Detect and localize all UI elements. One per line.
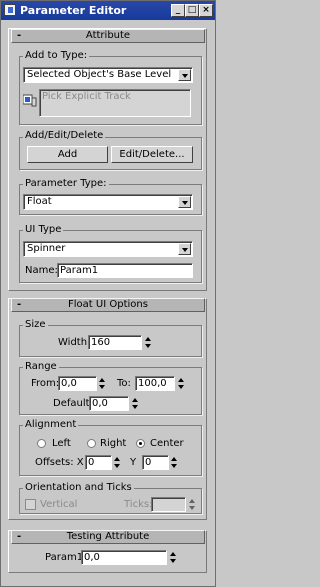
offset-y-label: Y: [130, 457, 137, 468]
align-right-label: Right: [100, 438, 127, 449]
pick-explicit-track-text: Pick Explicit Track: [42, 91, 131, 102]
chevron-down-icon[interactable]: [178, 243, 191, 255]
vertical-checkbox[interactable]: [25, 499, 36, 510]
default-spinner[interactable]: [131, 396, 139, 411]
ticks-label: Ticks:: [124, 499, 153, 510]
align-left-radio[interactable]: [37, 439, 46, 448]
chevron-down-icon[interactable]: [178, 69, 191, 81]
maximize-button[interactable]: □: [185, 4, 199, 17]
from-label: From:: [31, 378, 60, 389]
default-input[interactable]: 0,0: [89, 396, 129, 411]
align-right-radio[interactable]: [87, 439, 96, 448]
attribute-header-label: Attribute: [85, 30, 131, 41]
collapse-icon: -: [17, 299, 22, 310]
pick-track-icon[interactable]: [23, 93, 37, 107]
app-icon: [4, 4, 16, 16]
parameter-type-dropdown[interactable]: Float: [23, 194, 193, 210]
minimize-button[interactable]: _: [171, 4, 185, 17]
to-input[interactable]: 100,0: [135, 376, 175, 391]
ticks-input[interactable]: [151, 497, 186, 512]
float-ui-options-header[interactable]: - Float UI Options: [11, 298, 205, 312]
name-label: Name:: [25, 265, 58, 276]
offset-y-input[interactable]: 0: [142, 455, 169, 470]
offset-y-spinner[interactable]: [170, 455, 178, 470]
align-center-radio[interactable]: [136, 439, 145, 448]
parameter-type-label: Parameter Type:: [23, 178, 109, 189]
title-bar[interactable]: Parameter Editor _ □ ×: [1, 1, 215, 20]
range-label: Range: [23, 361, 59, 372]
collapse-icon: -: [17, 30, 22, 41]
edit-delete-button[interactable]: Edit/Delete...: [111, 146, 193, 163]
testing-attribute-header[interactable]: - Testing Attribute: [11, 530, 205, 544]
ui-type-label: UI Type: [23, 224, 64, 235]
align-center-label: Center: [150, 438, 184, 449]
add-button[interactable]: Add: [27, 146, 108, 163]
width-input[interactable]: 160: [88, 335, 142, 350]
testing-attribute-header-label: Testing Attribute: [66, 531, 150, 542]
to-label: To:: [117, 378, 131, 389]
width-spinner[interactable]: [144, 335, 152, 350]
param1-input[interactable]: 0,0: [81, 550, 167, 565]
ticks-spinner[interactable]: [188, 497, 196, 512]
offset-x-spinner[interactable]: [113, 455, 121, 470]
orientation-ticks-label: Orientation and Ticks: [23, 482, 134, 493]
from-spinner[interactable]: [98, 376, 106, 391]
size-label: Size: [23, 319, 48, 330]
chevron-down-icon[interactable]: [178, 196, 191, 208]
ui-type-value: Spinner: [27, 243, 66, 254]
float-ui-options-header-label: Float UI Options: [68, 299, 148, 310]
default-label: Default:: [53, 398, 93, 409]
width-label: Width:: [58, 337, 91, 348]
pick-explicit-track-field[interactable]: Pick Explicit Track: [39, 89, 191, 117]
from-input[interactable]: 0,0: [58, 376, 97, 391]
window-title: Parameter Editor: [20, 4, 127, 17]
close-button[interactable]: ×: [199, 4, 213, 17]
attribute-rollout-header[interactable]: - Attribute: [11, 29, 205, 43]
parameter-type-value: Float: [27, 196, 52, 207]
alignment-label: Alignment: [23, 419, 79, 430]
offsets-x-label: Offsets: X: [35, 457, 84, 468]
add-to-type-dropdown[interactable]: Selected Object's Base Level: [23, 67, 193, 83]
offset-x-input[interactable]: 0: [85, 455, 112, 470]
collapse-icon: -: [17, 531, 22, 542]
name-input[interactable]: Param1: [57, 263, 193, 278]
param1-spinner[interactable]: [169, 550, 177, 565]
vertical-label: Vertical: [40, 499, 78, 510]
to-spinner[interactable]: [177, 376, 185, 391]
add-to-type-value: Selected Object's Base Level: [27, 69, 172, 80]
align-left-label: Left: [52, 438, 71, 449]
add-edit-delete-label: Add/Edit/Delete: [23, 130, 106, 141]
add-to-type-label: Add to Type:: [23, 50, 90, 61]
ui-type-dropdown[interactable]: Spinner: [23, 241, 193, 257]
parameter-editor-window: Parameter Editor _ □ × - Attribute Add t…: [0, 0, 216, 587]
